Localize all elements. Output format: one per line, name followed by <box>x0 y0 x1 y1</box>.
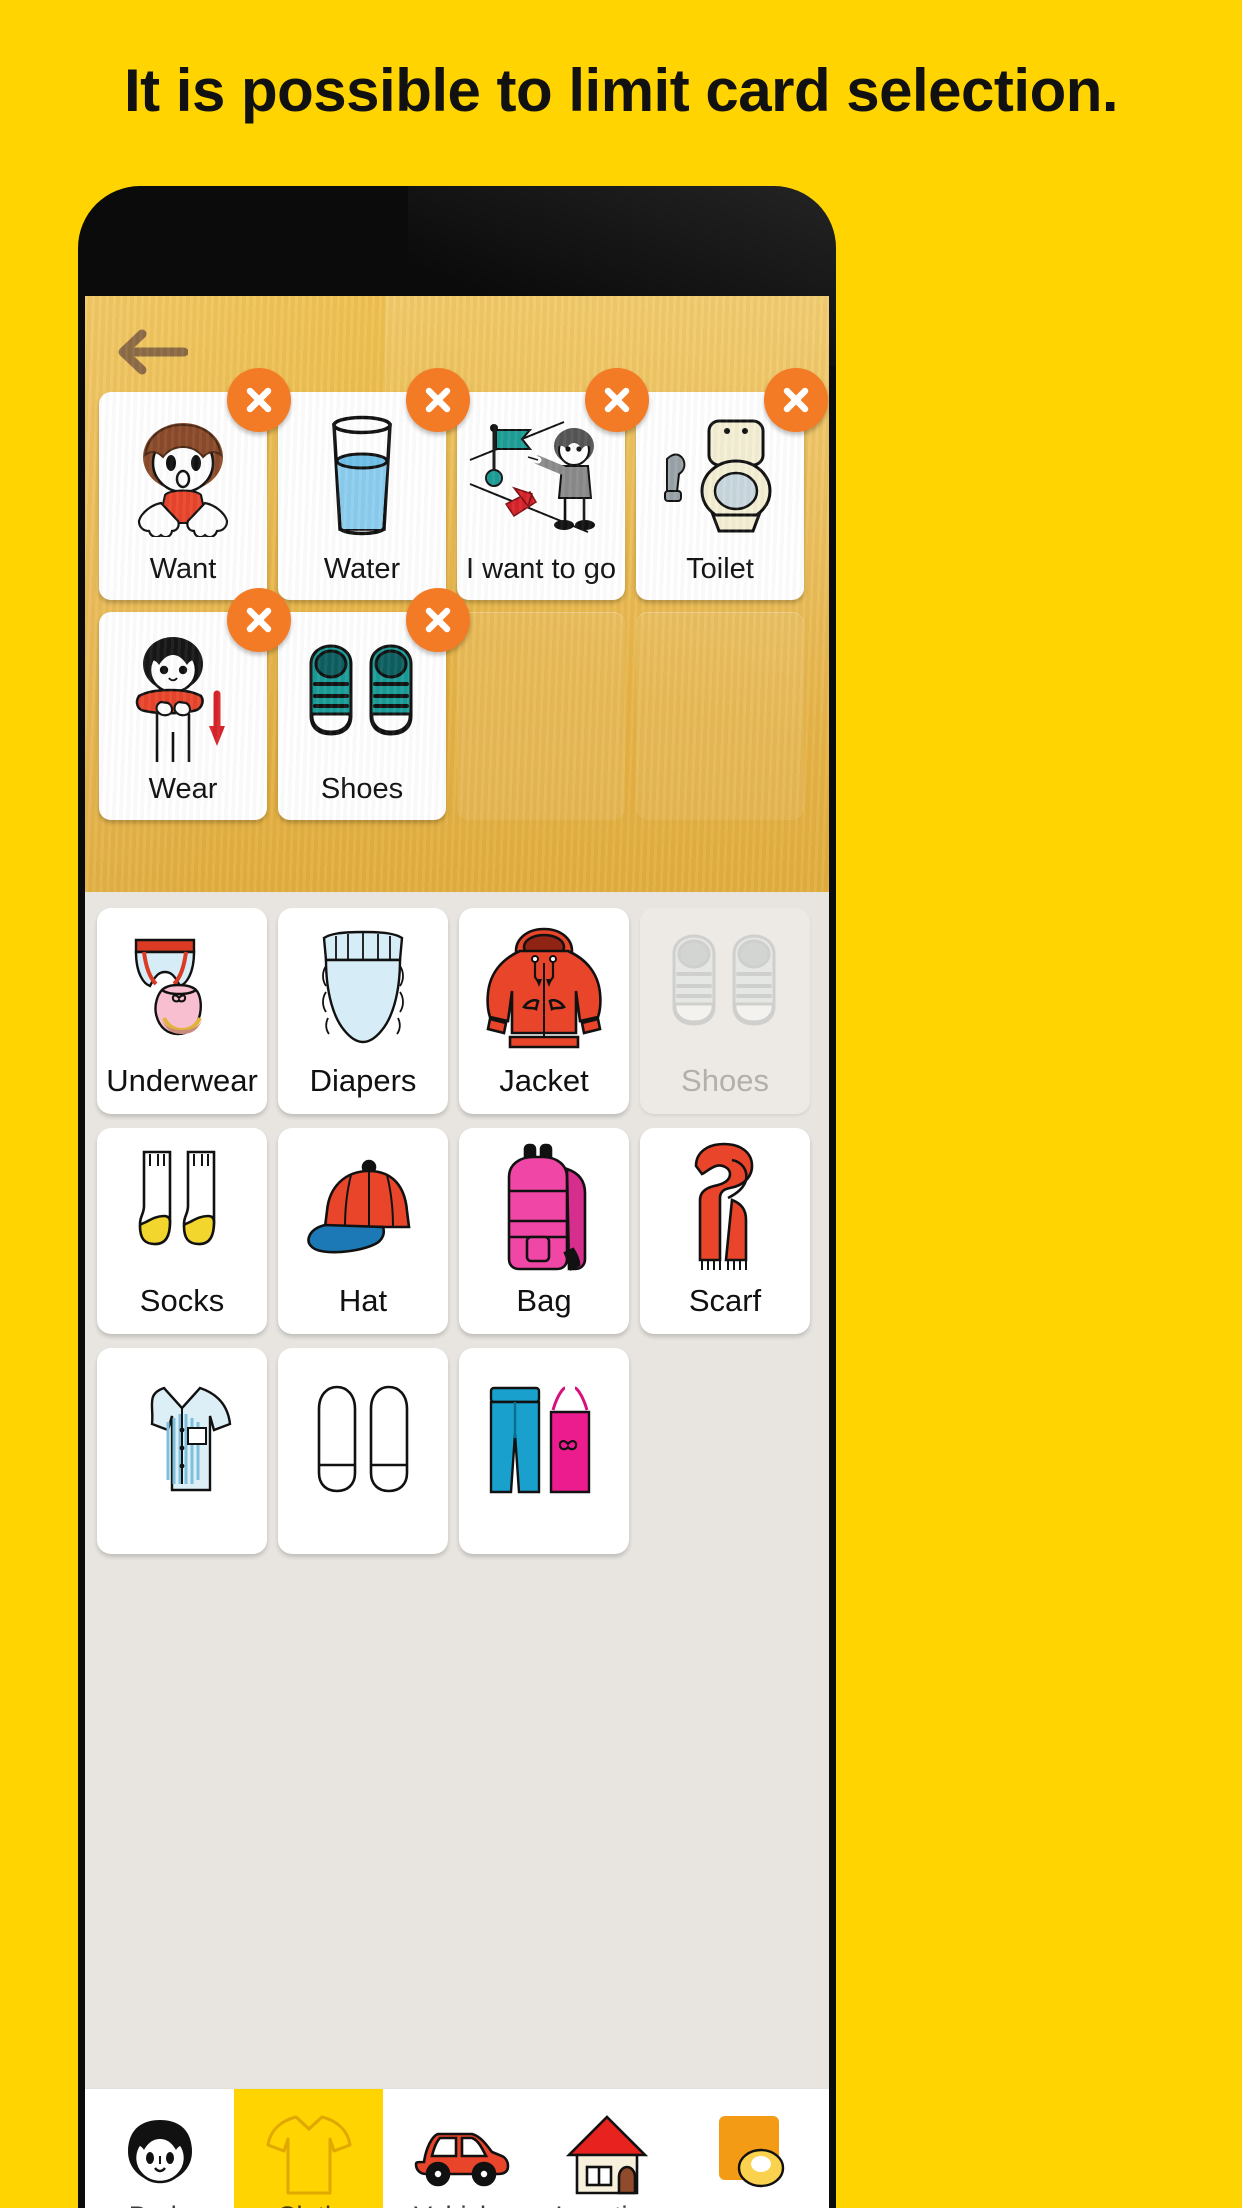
tab-food[interactable] <box>681 2089 829 2208</box>
library-card-label: Socks <box>139 1285 225 1318</box>
app-screen: Want Water I want to go Toilet Wear Shoe… <box>85 296 829 2208</box>
remove-card-button[interactable] <box>227 588 291 652</box>
selected-card-label: Wear <box>148 775 218 805</box>
library-card-socks[interactable]: Socks <box>97 1128 267 1334</box>
library-card-hat[interactable]: Hat <box>278 1128 448 1334</box>
backpack-icon <box>459 1128 629 1285</box>
selected-card-cell: Want <box>99 368 291 600</box>
library-card-label: Diapers <box>309 1065 417 1098</box>
house-icon <box>563 2107 651 2203</box>
tab-label: Location <box>555 2203 657 2208</box>
phone-mockup: Want Water I want to go Toilet Wear Shoe… <box>78 186 836 2208</box>
empty-card-slot[interactable] <box>457 612 625 820</box>
close-x-icon <box>244 605 274 635</box>
close-x-icon <box>244 385 274 415</box>
car-icon <box>406 2107 510 2203</box>
selected-card-cell <box>636 612 804 820</box>
cap-icon <box>278 1128 448 1285</box>
library-card-scarf[interactable]: Scarf <box>640 1128 810 1334</box>
library-card-label: Jacket <box>499 1065 589 1098</box>
empty-card-slot[interactable] <box>636 612 804 820</box>
jacket-icon <box>459 908 629 1065</box>
library-card-pants-skirt[interactable] <box>459 1348 629 1554</box>
scarf-icon <box>640 1128 810 1285</box>
selected-card-cell <box>457 612 625 820</box>
tab-body[interactable]: Body <box>85 2089 234 2208</box>
library-card-pajamas[interactable] <box>97 1348 267 1554</box>
library-card-label: Hat <box>338 1285 388 1318</box>
tab-location[interactable]: Location <box>532 2089 681 2208</box>
category-tabbar: Body Cloth <box>85 2088 829 2208</box>
back-button[interactable] <box>107 320 195 384</box>
remove-card-button[interactable] <box>406 588 470 652</box>
selected-card-cell: Shoes <box>278 588 470 820</box>
selected-card-cell: Toilet <box>636 368 828 600</box>
child-face-icon <box>117 2107 203 2203</box>
close-x-icon <box>781 385 811 415</box>
diaper-icon <box>278 908 448 1065</box>
selected-card-cell: I want to go <box>457 368 649 600</box>
close-x-icon <box>602 385 632 415</box>
selected-card-cell: Wear <box>99 588 291 820</box>
library-card-label <box>278 1536 448 1554</box>
tab-label: Vehicle <box>414 2203 501 2208</box>
tshirt-icon <box>266 2107 352 2203</box>
library-card-jacket[interactable]: Jacket <box>459 908 629 1114</box>
pajamas-icon <box>97 1348 267 1536</box>
selected-card-label: Shoes <box>320 775 404 805</box>
slippers-icon <box>278 1348 448 1536</box>
selected-cards-board: Want Water I want to go Toilet Wear Shoe… <box>85 296 829 892</box>
selected-card-cell: Water <box>278 368 470 600</box>
tab-label: Cloth <box>277 2203 340 2208</box>
library-card-label <box>459 1536 629 1554</box>
selected-cards-grid: Want Water I want to go Toilet Wear Shoe… <box>99 368 828 820</box>
selected-card-label: I want to go <box>466 555 616 585</box>
card-library: Underwear Diapers Jacket Shoes Socks Hat… <box>85 892 829 2147</box>
tab-cloth[interactable]: Cloth <box>234 2089 383 2208</box>
library-card-bag[interactable]: Bag <box>459 1128 629 1334</box>
library-card-underwear[interactable]: Underwear <box>97 908 267 1114</box>
tab-vehicle[interactable]: Vehicle <box>383 2089 532 2208</box>
back-arrow-icon <box>114 328 188 376</box>
library-card-diapers[interactable]: Diapers <box>278 908 448 1114</box>
tab-label: Body <box>129 2203 191 2208</box>
selected-card-label: Toilet <box>686 555 754 585</box>
remove-card-button[interactable] <box>764 368 828 432</box>
sneakers-icon <box>640 908 810 1065</box>
page-title: It is possible to limit card selection. <box>123 57 1119 124</box>
pants-and-skirt-icon <box>459 1348 629 1536</box>
underwear-icon <box>97 908 267 1065</box>
library-card-slippers[interactable] <box>278 1348 448 1554</box>
library-card-shoes[interactable]: Shoes <box>640 908 810 1114</box>
library-card-label: Scarf <box>688 1285 762 1318</box>
socks-icon <box>97 1128 267 1285</box>
remove-card-button[interactable] <box>406 368 470 432</box>
library-card-label: Bag <box>516 1285 572 1318</box>
library-card-label <box>97 1536 267 1554</box>
remove-card-button[interactable] <box>227 368 291 432</box>
food-icon <box>713 2107 799 2203</box>
close-x-icon <box>423 605 453 635</box>
library-card-label: Shoes <box>681 1065 769 1098</box>
close-x-icon <box>423 385 453 415</box>
remove-card-button[interactable] <box>585 368 649 432</box>
library-card-label: Underwear <box>106 1065 258 1098</box>
card-library-grid: Underwear Diapers Jacket Shoes Socks Hat… <box>97 908 817 1554</box>
